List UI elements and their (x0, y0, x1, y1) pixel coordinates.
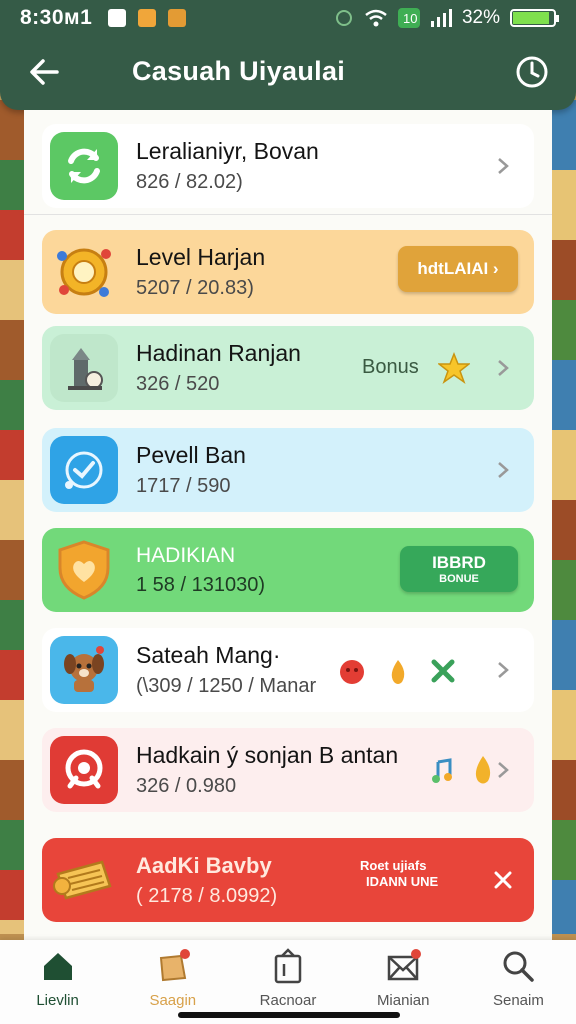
dog-icon (50, 636, 118, 704)
sparkle-icon (431, 659, 455, 683)
chevron-right-icon (498, 360, 509, 376)
status-right: 10 32% (334, 7, 559, 29)
nav-label: Mianian (376, 992, 430, 1009)
list-item[interactable]: HADIKIAN 1 58 / 131030) IBBRD BONUE (42, 528, 534, 612)
nav-label: Saagin (149, 992, 197, 1009)
item-score: 326 / 520 (136, 373, 220, 395)
flame-icon (475, 756, 491, 784)
sync-icon (335, 10, 352, 26)
history-button[interactable] (514, 54, 550, 90)
back-button[interactable] (24, 54, 64, 90)
app-header: Casuah Uiyaulai (0, 42, 576, 102)
item-score: 1 58 / 131030) (136, 573, 265, 596)
app-notification-icon (108, 9, 127, 27)
music-note-icon (432, 758, 452, 783)
notification-icons (108, 9, 187, 27)
data-icon: 10 (397, 8, 420, 28)
item-name: Hadkain ý sonjan B antan (136, 742, 399, 768)
bonus-badge-button[interactable]: IBBRD BONUE (400, 546, 518, 592)
nav-item-home[interactable]: Lievlin (0, 940, 115, 1024)
item-score: 5207 / 20.83) (136, 277, 254, 299)
item-name: HADIKIAN (136, 543, 236, 567)
item-name: Hadinan Ranjan (136, 340, 301, 366)
search-icon (503, 951, 535, 982)
list-item[interactable]: Hadinan Ranjan 326 / 520 Bonus (42, 326, 534, 410)
promo-badge[interactable]: Roet ujiafs IDANN UNE (360, 858, 478, 902)
bonus-label: Bonus (362, 356, 419, 378)
home-indicator[interactable] (178, 1012, 400, 1018)
item-score: (\309 / 1250 / Manar (136, 675, 317, 697)
item-score: ( 2178 / 8.0992) (136, 884, 278, 907)
signal-icon (430, 9, 452, 27)
red-emoji-icon (340, 660, 364, 684)
clipboard-icon (274, 948, 302, 984)
level-badge-button[interactable]: hdtLAIAI › (398, 246, 518, 292)
promo-badge-line2: IDANN UNE (366, 873, 439, 889)
chevron-right-icon (498, 762, 509, 778)
chevron-right-icon (498, 158, 509, 174)
list-item[interactable]: Leralianiyr, Bovan 826 / 82.02) (42, 124, 534, 208)
nav-label: Lievlin (36, 992, 79, 1009)
nav-item-search[interactable]: Senaim (461, 940, 576, 1024)
list-item[interactable]: Hadkain ý sonjan B antan 326 / 0.980 (42, 728, 534, 812)
flame-icon (391, 660, 405, 684)
item-name: Sateah Mang· (136, 642, 281, 668)
status-bar: 8:30ᴍ1 10 32% (20, 6, 559, 30)
mail-icon (387, 949, 422, 981)
background-left-decoration (0, 100, 26, 934)
clock-icon (516, 56, 548, 88)
item-score: 326 / 0.980 (136, 775, 237, 797)
wifi-icon (365, 9, 387, 27)
svg-text:10: 10 (403, 11, 417, 26)
bonus-badge-line1: IBBRD (432, 552, 486, 572)
shop-bag-icon (159, 949, 190, 982)
chevron-right-icon (498, 462, 509, 478)
gear-sun-icon (50, 238, 118, 306)
shield-heart-icon (50, 536, 118, 604)
check-circle-icon (50, 436, 118, 504)
refresh-icon (50, 132, 118, 200)
item-score: 826 / 82.02) (136, 171, 243, 193)
coin-notification-icon (168, 9, 187, 27)
target-icon (50, 736, 118, 804)
nav-label: Senaim (492, 992, 544, 1009)
page-title: Casuah Uiyaulai (132, 56, 346, 86)
background-right-decoration (550, 100, 576, 934)
game-notification-icon (138, 9, 157, 27)
battery-percent: 32% (461, 7, 500, 28)
list-item[interactable]: AadKi Bavby ( 2178 / 8.0992) Roet ujiafs… (42, 838, 534, 922)
item-name: AadKi Bavby (136, 852, 272, 878)
list-panel: Leralianiyr, Bovan 826 / 82.02) Level Ha… (24, 110, 552, 942)
star-icon (438, 352, 470, 384)
status-time: 8:30ᴍ1 (20, 6, 93, 29)
bonus-badge-line2: BONUE (439, 572, 479, 585)
top-bar: 8:30ᴍ1 10 32% Casuah Uiyaulai (0, 0, 576, 110)
nav-label: Racnoar (259, 992, 317, 1009)
item-name: Leralianiyr, Bovan (136, 138, 319, 164)
list-item[interactable]: Pevell Ban 1717 / 590 (42, 428, 534, 512)
scroll-icon (50, 846, 118, 914)
list-item[interactable]: Sateah Mang· (\309 / 1250 / Manar (42, 628, 534, 712)
item-score: 1717 / 590 (136, 475, 231, 497)
promo-badge-line1: Roet ujiafs (360, 858, 427, 873)
chevron-right-icon (498, 662, 509, 678)
item-name: Pevell Ban (136, 442, 246, 468)
divider (24, 214, 552, 215)
battery-icon (510, 9, 559, 27)
lantern-icon (50, 334, 118, 402)
list-item[interactable]: Level Harjan 5207 / 20.83) hdtLAIAI › (42, 230, 534, 314)
close-sparkle-icon[interactable] (492, 869, 514, 891)
item-name: Level Harjan (136, 244, 266, 270)
home-icon (43, 953, 72, 980)
arrow-left-icon (30, 59, 59, 85)
